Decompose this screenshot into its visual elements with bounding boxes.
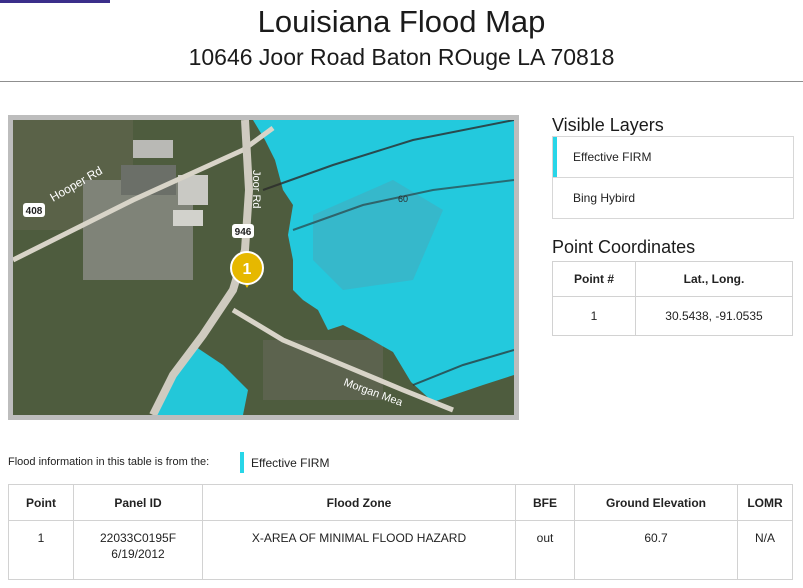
layer-effective-firm[interactable]: Effective FIRM bbox=[553, 137, 793, 177]
building-roof bbox=[133, 140, 173, 158]
layer-bing-hybrid[interactable]: Bing Hybird bbox=[553, 177, 793, 218]
map-canvas: 1 Hooper Rd Joor Rd Morgan Mea 60 408 94… bbox=[13, 120, 514, 415]
marker-label: 1 bbox=[243, 261, 252, 278]
cell-bfe: out bbox=[515, 520, 575, 580]
column-header-lomr: LOMR bbox=[737, 484, 793, 521]
cell-ground-elevation: 60.7 bbox=[574, 520, 738, 580]
panel-id-value: 22033C0195F bbox=[99, 531, 177, 545]
contour-label: 60 bbox=[398, 194, 408, 204]
flood-source-label: Effective FIRM bbox=[251, 456, 330, 470]
map-frame: 1 Hooper Rd Joor Rd Morgan Mea 60 408 94… bbox=[8, 115, 519, 420]
cell-point: 1 bbox=[8, 520, 74, 580]
column-header-ground-elevation: Ground Elevation bbox=[574, 484, 738, 521]
visible-layers-heading: Visible Layers bbox=[552, 115, 664, 135]
source-color-marker bbox=[240, 452, 244, 473]
column-header-latlong: Lat., Long. bbox=[635, 261, 793, 297]
table-row: 1 22033C0195F 6/19/2012 X-AREA OF MINIMA… bbox=[8, 520, 793, 580]
flood-info-table: Point Panel ID Flood Zone BFE Ground Ele… bbox=[8, 484, 793, 580]
point-coordinates-heading: Point Coordinates bbox=[552, 237, 696, 257]
joor-rd-label: Joor Rd bbox=[250, 170, 262, 209]
table-header-row: Point Panel ID Flood Zone BFE Ground Ele… bbox=[8, 484, 793, 521]
flood-source-note: Flood information in this table is from … bbox=[8, 456, 210, 468]
building-roof bbox=[173, 210, 203, 226]
cell-point: 1 bbox=[552, 296, 636, 336]
cell-panel-id: 22033C0195F 6/19/2012 bbox=[73, 520, 203, 580]
column-header-panel-id: Panel ID bbox=[73, 484, 203, 521]
visible-layers-list: Effective FIRM Bing Hybird bbox=[552, 136, 794, 219]
flood-map[interactable]: 1 Hooper Rd Joor Rd Morgan Mea 60 408 94… bbox=[13, 120, 514, 415]
route-408-label: 408 bbox=[26, 206, 43, 217]
address-subtitle: 10646 Joor Road Baton ROuge LA 70818 bbox=[188, 44, 615, 70]
page-title: Louisiana Flood Map bbox=[257, 4, 546, 39]
column-header-flood-zone: Flood Zone bbox=[202, 484, 516, 521]
top-link-underline[interactable] bbox=[0, 0, 110, 3]
cell-latlong: 30.5438, -91.0535 bbox=[635, 296, 793, 336]
panel-date-value: 6/19/2012 bbox=[111, 547, 165, 561]
column-header-point: Point # bbox=[552, 261, 636, 297]
cell-lomr: N/A bbox=[737, 520, 793, 580]
route-946-label: 946 bbox=[235, 227, 252, 238]
cell-flood-zone: X-AREA OF MINIMAL FLOOD HAZARD bbox=[202, 520, 516, 580]
column-header-bfe: BFE bbox=[515, 484, 575, 521]
table-header-row: Point # Lat., Long. bbox=[552, 261, 793, 297]
column-header-point: Point bbox=[8, 484, 74, 521]
header-divider bbox=[0, 81, 803, 82]
point-coordinates-table: Point # Lat., Long. 1 30.5438, -91.0535 bbox=[552, 261, 793, 336]
table-row: 1 30.5438, -91.0535 bbox=[552, 296, 793, 336]
